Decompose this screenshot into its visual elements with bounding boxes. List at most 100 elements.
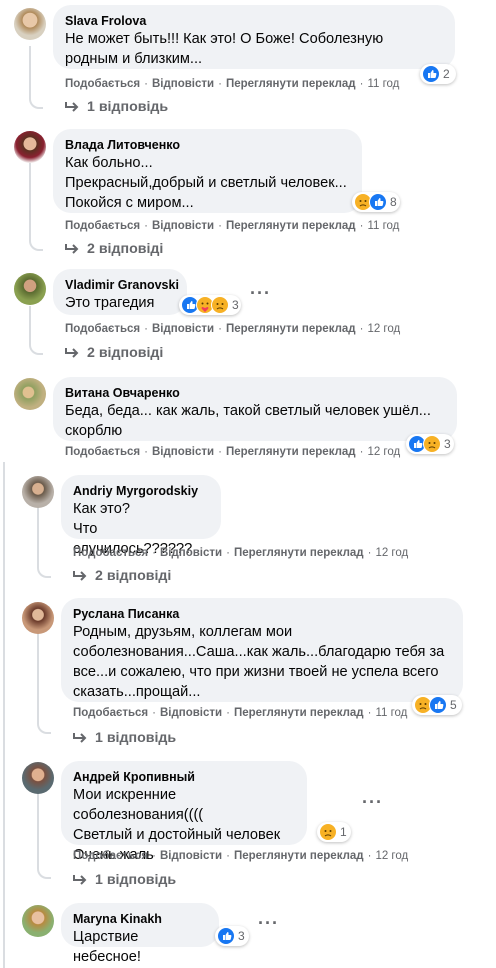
comment-text: Царствие небесное! (73, 929, 141, 965)
reaction-count: 3 (444, 437, 451, 451)
thread-line (29, 46, 31, 96)
translate-button[interactable]: Переглянути переклад (234, 707, 364, 719)
comment-actions: Подобається · Відповісти · Переглянути перек… (65, 323, 401, 335)
comment-time[interactable]: 12 год (367, 446, 400, 458)
reaction-summary[interactable]: 3 (215, 926, 249, 946)
more-options-icon[interactable]: ··· (250, 284, 271, 302)
reply-arrow-icon (65, 244, 79, 254)
like-button[interactable]: Подобається (65, 446, 140, 458)
comment-bubble: Андрей Кропивный Мои искренние соболезно… (61, 761, 307, 863)
reply-button[interactable]: Відповісти (160, 547, 222, 559)
reply-arrow-icon (73, 875, 87, 885)
comment-actions: Подобається · Відповісти · Переглянути перек… (65, 78, 400, 90)
comment-actions: Подобається · Відповісти · Переглянути перек… (65, 220, 400, 232)
reply-button[interactable]: Відповісти (152, 220, 214, 232)
comment-time[interactable]: 11 год (375, 707, 407, 719)
like-icon (369, 193, 387, 211)
like-button[interactable]: Подобається (73, 707, 148, 719)
comment-actions: Подобається · Відповісти · Переглянути перек… (65, 446, 401, 458)
reaction-summary[interactable]: 8 (352, 192, 400, 212)
comment-author[interactable]: Maryna Kinakh (73, 911, 207, 927)
comment-actions: Подобається · Відповісти · Переглянути перек… (73, 547, 409, 559)
like-button[interactable]: Подобається (65, 323, 140, 335)
reply-arrow-icon (65, 102, 79, 112)
reaction-count: 1 (340, 825, 347, 839)
avatar[interactable] (14, 378, 46, 410)
thread-curve (29, 337, 43, 355)
translate-button[interactable]: Переглянути переклад (226, 78, 356, 90)
reply-button[interactable]: Відповісти (160, 850, 222, 862)
like-icon (422, 65, 440, 83)
avatar[interactable] (22, 762, 54, 794)
view-replies-link[interactable]: 1 відповідь (73, 871, 176, 889)
view-replies-link[interactable]: 2 відповіді (65, 344, 163, 362)
comment-bubble: Andriy Myrgorodskiy Как это? Что случило… (61, 475, 221, 557)
translate-button[interactable]: Переглянути переклад (234, 547, 364, 559)
thread-line (37, 793, 39, 866)
view-replies-link[interactable]: 2 відповіді (73, 567, 171, 585)
reaction-summary[interactable]: 3 (179, 295, 241, 315)
comment-author[interactable]: Slava Frolova (65, 13, 443, 29)
comment-time[interactable]: 12 год (375, 547, 408, 559)
view-replies-link[interactable]: 1 відповідь (65, 98, 168, 116)
translate-button[interactable]: Переглянути переклад (234, 850, 364, 862)
reaction-count: 5 (450, 698, 457, 712)
like-icon (217, 927, 235, 945)
comment-text: Как больно... Прекрасный,добрый и светлы… (65, 155, 347, 211)
comment-bubble: Maryna Kinakh Царствие небесное! (61, 903, 219, 965)
comment-author[interactable]: Vladimir Granovski (65, 277, 179, 293)
view-replies-link[interactable]: 2 відповіді (65, 240, 163, 258)
thread-line (37, 633, 39, 721)
comment-bubble: Влада Литовченко Как больно... Прекрасны… (53, 129, 362, 213)
more-options-icon[interactable]: ··· (258, 914, 279, 932)
comment-text: Не может быть!!! Как это! О Боже! Соболе… (65, 31, 384, 67)
reaction-count: 2 (443, 67, 450, 81)
reply-button[interactable]: Відповісти (160, 707, 222, 719)
comment-time[interactable]: 11 год (367, 220, 399, 232)
thread-curve (29, 233, 43, 251)
comment-author[interactable]: Andriy Myrgorodskiy (73, 483, 209, 499)
comment-actions: Подобається · Відповісти · Переглянути перек… (73, 850, 409, 862)
reaction-summary[interactable]: 3 (406, 434, 454, 454)
comment-author[interactable]: Руслана Писанка (73, 606, 451, 622)
sad-icon (319, 823, 337, 841)
avatar[interactable] (14, 8, 46, 40)
avatar[interactable] (22, 905, 54, 937)
thread-line (37, 507, 39, 565)
avatar[interactable] (22, 476, 54, 508)
reply-button[interactable]: Відповісти (152, 323, 214, 335)
reaction-summary[interactable]: 2 (420, 64, 456, 84)
comment-time[interactable]: 12 год (367, 323, 400, 335)
reaction-count: 8 (390, 195, 397, 209)
like-button[interactable]: Подобається (73, 547, 148, 559)
comment-bubble: Slava Frolova Не может быть!!! Как это! … (53, 5, 455, 69)
translate-button[interactable]: Переглянути переклад (226, 323, 356, 335)
more-options-icon[interactable]: ··· (362, 793, 383, 811)
comment-actions: Подобається · Відповісти · Переглянути перек… (73, 707, 408, 719)
reply-button[interactable]: Відповісти (152, 446, 214, 458)
like-button[interactable]: Подобається (73, 850, 148, 862)
like-button[interactable]: Подобається (65, 78, 140, 90)
like-button[interactable]: Подобається (65, 220, 140, 232)
avatar[interactable] (22, 602, 54, 634)
reaction-summary[interactable]: 1 (317, 822, 351, 842)
like-icon (429, 696, 447, 714)
view-replies-link[interactable]: 1 відповідь (73, 729, 176, 747)
reaction-count: 3 (232, 298, 239, 312)
comment-bubble: Руслана Писанка Родным, друзьям, коллега… (61, 598, 463, 702)
comment-time[interactable]: 11 год (367, 78, 399, 90)
avatar[interactable] (14, 131, 46, 163)
reaction-summary[interactable]: 5 (412, 695, 462, 715)
translate-button[interactable]: Переглянути переклад (226, 446, 356, 458)
avatar[interactable] (14, 273, 46, 305)
comment-time[interactable]: 12 год (375, 850, 408, 862)
thread-curve (37, 716, 51, 734)
thread-line (29, 162, 31, 238)
comment-author[interactable]: Влада Литовченко (65, 137, 350, 153)
thread-line (3, 462, 5, 968)
comment-text: Родным, друзьям, коллегам мои соболезнов… (73, 624, 445, 700)
comment-author[interactable]: Витана Овчаренко (65, 385, 445, 401)
reply-button[interactable]: Відповісти (152, 78, 214, 90)
comment-author[interactable]: Андрей Кропивный (73, 769, 295, 785)
translate-button[interactable]: Переглянути переклад (226, 220, 356, 232)
